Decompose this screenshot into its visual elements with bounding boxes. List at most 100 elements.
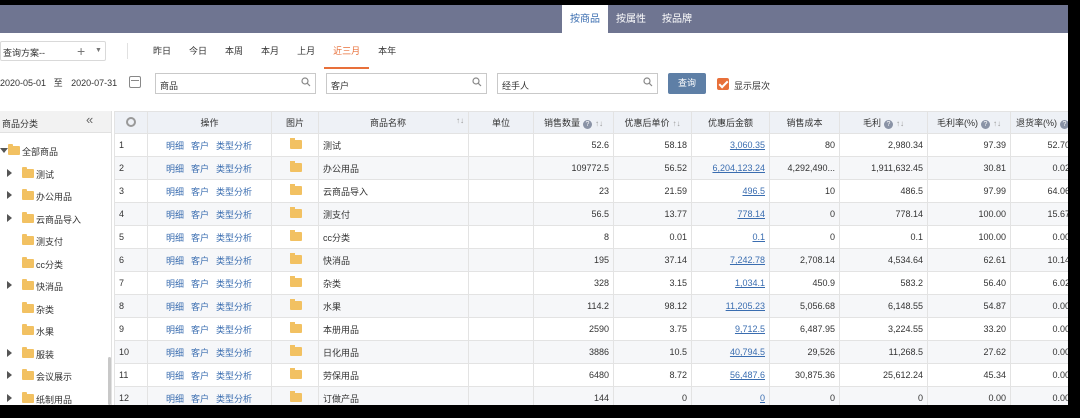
tree-scrollbar[interactable] — [108, 357, 111, 405]
col-qty[interactable]: 销售数量? ↑↓ — [533, 111, 614, 134]
customer-link[interactable]: 客户 — [191, 233, 209, 243]
product-search-input[interactable]: 商品 — [155, 73, 316, 94]
customer-link[interactable]: 客户 — [191, 348, 209, 358]
detail-link[interactable]: 明细 — [166, 233, 184, 243]
caret-right-icon[interactable] — [7, 393, 12, 402]
tree-node[interactable]: cc分类 — [0, 254, 108, 274]
folder-icon[interactable] — [290, 344, 302, 356]
col-price[interactable]: 优惠后单价 ↑↓ — [613, 111, 692, 134]
caret-right-icon[interactable] — [7, 191, 12, 199]
discount-amount-link[interactable]: 40,794.5 — [691, 340, 770, 364]
folder-icon[interactable] — [290, 321, 302, 333]
type-analysis-link[interactable]: 类型分析 — [216, 233, 252, 243]
help-icon[interactable]: ? — [1060, 120, 1068, 129]
customer-link[interactable]: 客户 — [191, 302, 209, 312]
query-button[interactable]: 查询 — [668, 73, 706, 94]
type-analysis-link[interactable]: 类型分析 — [216, 279, 252, 289]
customer-link[interactable]: 客户 — [191, 210, 209, 220]
query-scheme-select[interactable]: 查询方案-- + ▼ — [0, 41, 106, 61]
date-range[interactable]: 2020-05-01 至 2020-07-31 — [0, 76, 117, 89]
customer-link[interactable]: 客户 — [191, 371, 209, 381]
tab-0[interactable]: 按商品 — [562, 5, 608, 34]
type-analysis-link[interactable]: 类型分析 — [216, 325, 252, 335]
caret-right-icon[interactable] — [7, 168, 12, 177]
col-cost[interactable]: 销售成本 — [769, 111, 840, 134]
folder-icon[interactable] — [290, 137, 302, 149]
detail-link[interactable]: 明细 — [166, 302, 184, 312]
discount-amount-link[interactable]: 6,204,123.24 — [691, 156, 770, 180]
period-tab-2[interactable]: 本周 — [216, 33, 252, 69]
detail-link[interactable]: 明细 — [166, 348, 184, 358]
sort-icon[interactable]: ↑↓ — [456, 116, 464, 125]
detail-link[interactable]: 明细 — [166, 279, 184, 289]
detail-link[interactable]: 明细 — [166, 394, 184, 404]
detail-link[interactable]: 明细 — [166, 256, 184, 266]
folder-icon[interactable] — [290, 160, 302, 172]
help-icon[interactable]: ? — [884, 120, 893, 129]
col-profit[interactable]: 毛利? ↑↓ — [839, 111, 928, 134]
sort-icon[interactable]: ↑↓ — [896, 119, 904, 128]
column-settings[interactable] — [114, 111, 148, 134]
type-analysis-link[interactable]: 类型分析 — [216, 302, 252, 312]
tree-node[interactable]: 纸制用品 — [0, 389, 108, 406]
type-analysis-link[interactable]: 类型分析 — [216, 371, 252, 381]
detail-link[interactable]: 明细 — [166, 371, 184, 381]
col-rate[interactable]: 毛利率(%)? ↑↓ — [927, 111, 1011, 134]
discount-amount-link[interactable]: 778.14 — [691, 202, 770, 226]
tab-2[interactable]: 按品牌 — [654, 5, 700, 33]
discount-amount-link[interactable]: 11,205.23 — [691, 294, 770, 318]
type-analysis-link[interactable]: 类型分析 — [216, 164, 252, 174]
period-tab-4[interactable]: 上月 — [288, 33, 324, 69]
tree-node[interactable]: 水果 — [0, 321, 108, 341]
calendar-icon[interactable] — [129, 76, 141, 88]
period-tab-0[interactable]: 昨日 — [144, 33, 180, 69]
detail-link[interactable]: 明细 — [166, 164, 184, 174]
sort-icon[interactable]: ↑↓ — [595, 119, 603, 128]
discount-amount-link[interactable]: 496.5 — [691, 179, 770, 203]
tree-node[interactable]: 会议展示 — [0, 366, 108, 386]
sort-icon[interactable]: ↑↓ — [993, 119, 1001, 128]
discount-amount-link[interactable]: 1,034.1 — [691, 271, 770, 295]
col-return-rate[interactable]: 退货率(%)? — [1010, 111, 1068, 134]
discount-amount-link[interactable]: 0 — [691, 386, 770, 405]
detail-link[interactable]: 明细 — [166, 210, 184, 220]
folder-icon[interactable] — [290, 206, 302, 218]
folder-icon[interactable] — [290, 367, 302, 379]
folder-icon[interactable] — [290, 390, 302, 402]
customer-link[interactable]: 客户 — [191, 325, 209, 335]
help-icon[interactable]: ? — [583, 120, 592, 129]
search-icon[interactable] — [643, 77, 653, 87]
tree-node[interactable]: 快消品 — [0, 276, 108, 296]
folder-icon[interactable] — [290, 229, 302, 241]
sort-icon[interactable]: ↑↓ — [673, 119, 681, 128]
caret-right-icon[interactable] — [7, 348, 12, 357]
folder-icon[interactable] — [290, 275, 302, 287]
folder-icon[interactable] — [290, 183, 302, 195]
folder-icon[interactable] — [290, 252, 302, 264]
folder-icon[interactable] — [290, 298, 302, 310]
discount-amount-link[interactable]: 3,060.35 — [691, 133, 770, 157]
customer-link[interactable]: 客户 — [191, 141, 209, 151]
type-analysis-link[interactable]: 类型分析 — [216, 210, 252, 220]
customer-link[interactable]: 客户 — [191, 164, 209, 174]
tree-node[interactable]: 服装 — [0, 344, 108, 364]
tree-node[interactable]: 办公用品 — [0, 186, 108, 206]
col-name[interactable]: 商品名称 ↑↓ — [318, 111, 469, 134]
customer-link[interactable]: 客户 — [191, 256, 209, 266]
tree-node[interactable]: 杂类 — [0, 299, 108, 319]
type-analysis-link[interactable]: 类型分析 — [216, 256, 252, 266]
detail-link[interactable]: 明细 — [166, 325, 184, 335]
tree-node[interactable]: 测试 — [0, 164, 108, 184]
tree-node[interactable]: 全部商品 — [0, 141, 108, 161]
type-analysis-link[interactable]: 类型分析 — [216, 348, 252, 358]
customer-link[interactable]: 客户 — [191, 187, 209, 197]
tree-node[interactable]: 测支付 — [0, 231, 108, 251]
tab-1[interactable]: 按属性 — [608, 5, 654, 33]
add-scheme-icon[interactable]: + — [77, 43, 85, 59]
discount-amount-link[interactable]: 0.1 — [691, 225, 770, 249]
discount-amount-link[interactable]: 7,242.78 — [691, 248, 770, 272]
caret-right-icon[interactable] — [7, 281, 12, 289]
customer-link[interactable]: 客户 — [191, 279, 209, 289]
period-tab-1[interactable]: 今日 — [180, 33, 216, 69]
search-icon[interactable] — [472, 77, 482, 87]
